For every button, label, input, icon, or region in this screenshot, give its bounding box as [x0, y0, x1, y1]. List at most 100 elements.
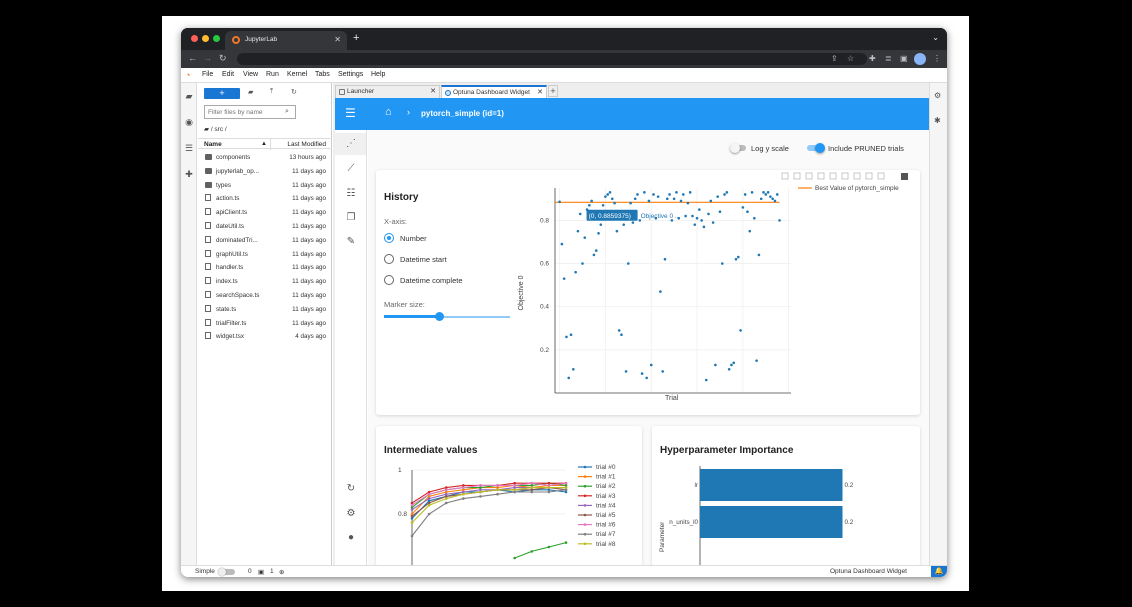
- simple-mode-switch[interactable]: [218, 568, 235, 576]
- series-point[interactable]: [479, 484, 482, 487]
- scatter-point[interactable]: [720, 262, 724, 265]
- scatter-point[interactable]: [599, 223, 603, 226]
- series-point[interactable]: [530, 550, 534, 553]
- scatter-point[interactable]: [700, 219, 703, 222]
- address-bar[interactable]: [237, 53, 867, 65]
- series-point[interactable]: [410, 514, 414, 518]
- list-item[interactable]: dominatedTri... 11 days ago: [198, 234, 332, 247]
- scatter-point[interactable]: [620, 333, 623, 337]
- scatter-point[interactable]: [711, 221, 715, 224]
- camera-icon[interactable]: [781, 172, 789, 180]
- trial-list-icon[interactable]: ❐: [345, 212, 357, 224]
- scatter-point[interactable]: [688, 191, 692, 194]
- scatter-point[interactable]: [737, 255, 740, 259]
- series-point[interactable]: [547, 545, 551, 549]
- zoom-out-icon[interactable]: [853, 172, 861, 180]
- list-item[interactable]: index.ts 11 days ago: [198, 275, 332, 288]
- scatter-point[interactable]: [601, 203, 605, 207]
- new-folder-icon[interactable]: ▰: [248, 88, 253, 96]
- series-point[interactable]: [564, 486, 568, 489]
- series-point[interactable]: [564, 481, 568, 485]
- series-point[interactable]: [547, 490, 551, 494]
- close-optuna-tab-icon[interactable]: ✕: [537, 88, 543, 96]
- scatter-point[interactable]: [672, 197, 676, 201]
- scatter-point[interactable]: [636, 193, 639, 196]
- importance-bar[interactable]: [700, 469, 843, 501]
- scatter-point[interactable]: [714, 363, 717, 367]
- scatter-point[interactable]: [604, 195, 607, 198]
- scatter-point[interactable]: [668, 193, 671, 196]
- scatter-point[interactable]: [693, 223, 697, 226]
- scatter-point[interactable]: [675, 191, 678, 194]
- scatter-point[interactable]: [645, 376, 648, 380]
- lasso-icon[interactable]: [829, 172, 837, 180]
- list-item[interactable]: state.ts 11 days ago: [198, 303, 332, 316]
- scatter-point[interactable]: [750, 191, 754, 194]
- series-point[interactable]: [479, 490, 482, 494]
- series-point[interactable]: [444, 501, 448, 505]
- zoom-icon[interactable]: [793, 172, 801, 180]
- pan-icon[interactable]: [805, 172, 813, 180]
- scatter-point[interactable]: [576, 229, 580, 233]
- scatter-point[interactable]: [640, 372, 644, 375]
- terminal-count[interactable]: 1: [270, 568, 274, 575]
- scatter-point[interactable]: [757, 253, 761, 257]
- property-inspector-gear-icon[interactable]: ⚙: [934, 91, 941, 100]
- series-point[interactable]: [462, 486, 465, 489]
- menu-settings[interactable]: Settings: [338, 71, 363, 78]
- scatter-point[interactable]: [663, 257, 667, 261]
- scatter-point[interactable]: [766, 191, 770, 194]
- scatter-point[interactable]: [743, 193, 747, 196]
- list-item[interactable]: types 11 days ago: [198, 179, 332, 192]
- extension-manager-puzzle-icon[interactable]: ✚: [184, 169, 194, 179]
- list-item[interactable]: searchSpace.ts 11 days ago: [198, 289, 332, 302]
- new-launcher-button[interactable]: +: [204, 88, 240, 99]
- file-browser-folder-icon[interactable]: ▰: [184, 91, 194, 101]
- scatter-point[interactable]: [643, 191, 646, 194]
- scatter-point[interactable]: [633, 197, 637, 201]
- scatter-point[interactable]: [615, 229, 619, 233]
- scatter-point[interactable]: [679, 199, 683, 203]
- series-point[interactable]: [496, 484, 499, 487]
- scatter-point[interactable]: [746, 210, 749, 214]
- close-launcher-tab-icon[interactable]: ✕: [430, 87, 436, 95]
- menu-tabs[interactable]: Tabs: [315, 71, 330, 78]
- series-point[interactable]: [530, 490, 534, 494]
- settings-gear-icon[interactable]: ⚙: [345, 508, 357, 520]
- scatter-point[interactable]: [741, 206, 745, 209]
- scatter-point[interactable]: [773, 199, 777, 203]
- scatter-point[interactable]: [652, 193, 655, 196]
- close-window-button[interactable]: [191, 35, 198, 42]
- study-breadcrumb-title[interactable]: pytorch_simple (id=1): [421, 109, 504, 118]
- scatter-point[interactable]: [649, 363, 653, 367]
- plotly-logo-icon[interactable]: [901, 173, 908, 180]
- scatter-point[interactable]: [606, 193, 609, 196]
- list-item[interactable]: action.ts 11 days ago: [198, 192, 332, 205]
- scatter-point[interactable]: [597, 232, 600, 235]
- scatter-point[interactable]: [769, 195, 772, 198]
- add-tab-button[interactable]: +: [548, 85, 558, 97]
- scatter-point[interactable]: [629, 201, 632, 205]
- series-point[interactable]: [427, 512, 431, 516]
- new-tab-button[interactable]: +: [353, 32, 359, 44]
- scatter-point[interactable]: [588, 203, 591, 207]
- scatter-point[interactable]: [764, 193, 768, 196]
- marker-size-thumb[interactable]: [435, 312, 445, 321]
- importance-plot[interactable]: lr 0.2 n_units_l0 0.2 Parameter: [656, 462, 916, 565]
- scatter-point[interactable]: [665, 197, 669, 201]
- scatter-point[interactable]: [572, 367, 575, 371]
- zoom-window-button[interactable]: [213, 35, 220, 42]
- home-icon[interactable]: ⌂: [385, 106, 392, 118]
- running-sessions-icon[interactable]: ◉: [184, 117, 194, 127]
- browser-tab-jupyterlab[interactable]: JupyterLab ✕: [225, 31, 347, 50]
- scatter-point[interactable]: [775, 193, 779, 196]
- upload-icon[interactable]: ⤒: [270, 88, 273, 96]
- list-item[interactable]: components 13 hours ago: [198, 151, 332, 164]
- tab-optuna-dashboard[interactable]: Optuna Dashboard Widget ✕: [441, 85, 547, 98]
- scatter-point[interactable]: [707, 212, 710, 216]
- scatter-point[interactable]: [702, 225, 706, 229]
- series-point[interactable]: [462, 497, 465, 500]
- series-point[interactable]: [410, 503, 414, 507]
- scatter-point[interactable]: [594, 249, 598, 252]
- series-point[interactable]: [496, 488, 499, 492]
